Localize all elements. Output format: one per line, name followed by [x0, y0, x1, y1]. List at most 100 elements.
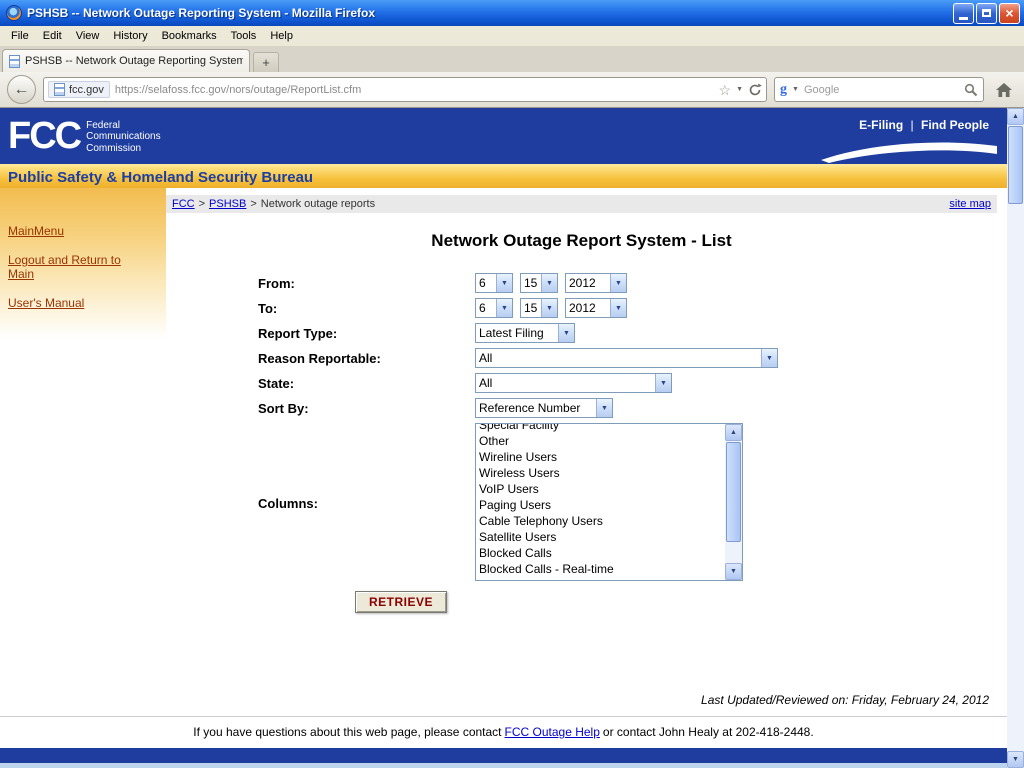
- scroll-down-icon[interactable]: ▼: [1007, 751, 1024, 768]
- browser-window: PSHSB -- Network Outage Reporting System…: [0, 0, 1024, 768]
- to-label: To:: [258, 298, 475, 316]
- menu-item[interactable]: Edit: [36, 28, 69, 44]
- columns-option[interactable]: Special Facility: [479, 423, 725, 433]
- menu-item[interactable]: File: [4, 28, 36, 44]
- to-day-select[interactable]: 15 ▼: [520, 298, 558, 318]
- footer-strip: [0, 763, 1007, 768]
- breadcrumb-link-fcc[interactable]: FCC: [172, 198, 195, 210]
- to-month-select[interactable]: 6 ▼: [475, 298, 513, 318]
- to-year-select[interactable]: 2012 ▼: [565, 298, 627, 318]
- search-input[interactable]: Google: [804, 84, 959, 96]
- reload-icon[interactable]: [748, 83, 762, 97]
- report-type-label: Report Type:: [258, 323, 475, 341]
- tab-favicon: [9, 55, 20, 68]
- urlbar-dropdown-icon[interactable]: ▼: [736, 86, 743, 93]
- scrollbar-thumb[interactable]: [726, 442, 741, 542]
- tab-bar: PSHSB -- Network Outage Reporting System…: [0, 47, 1024, 72]
- columns-option[interactable]: Blocked Calls - Real-time: [479, 561, 725, 577]
- columns-option[interactable]: Wireline Users: [479, 449, 725, 465]
- minimize-icon: [959, 17, 968, 20]
- site-favicon: [54, 83, 65, 96]
- listbox-scrollbar[interactable]: ▲ ▼: [725, 424, 742, 580]
- from-month-select[interactable]: 6 ▼: [475, 273, 513, 293]
- scrollbar-thumb[interactable]: [1008, 126, 1023, 204]
- from-year-select[interactable]: 2012 ▼: [565, 273, 627, 293]
- page-title: Network Outage Report System - List: [166, 231, 997, 251]
- url-text[interactable]: https://selafoss.fcc.gov/nors/outage/Rep…: [115, 84, 714, 96]
- close-button[interactable]: ×: [999, 3, 1020, 24]
- efiling-link[interactable]: E-Filing: [859, 118, 903, 132]
- sidebar-link[interactable]: MainMenu: [8, 224, 148, 238]
- sidebar-link[interactable]: Logout and Return to Main: [8, 253, 148, 281]
- report-type-select[interactable]: Latest Filing ▼: [475, 323, 575, 343]
- fcc-outage-help-link[interactable]: FCC Outage Help: [505, 725, 600, 739]
- home-button[interactable]: [991, 77, 1017, 103]
- sidebar-link[interactable]: User's Manual: [8, 296, 148, 310]
- search-icon[interactable]: [964, 83, 978, 97]
- scroll-up-icon[interactable]: ▲: [1007, 108, 1024, 125]
- chevron-down-icon: ▼: [596, 399, 612, 417]
- from-day-select[interactable]: 15 ▼: [520, 273, 558, 293]
- columns-option[interactable]: Satellite Users: [479, 529, 725, 545]
- find-people-link[interactable]: Find People: [921, 118, 989, 132]
- from-label: From:: [258, 273, 475, 291]
- new-tab-button[interactable]: +: [253, 52, 279, 72]
- minimize-button[interactable]: [953, 3, 974, 24]
- header-links: E-Filing | Find People: [859, 118, 989, 132]
- state-select[interactable]: All ▼: [475, 373, 672, 393]
- menu-item[interactable]: History: [106, 28, 154, 44]
- navigation-bar: ← fcc.gov https://selafoss.fcc.gov/nors/…: [0, 72, 1024, 108]
- menu-item[interactable]: Bookmarks: [155, 28, 224, 44]
- menu-item[interactable]: View: [69, 28, 107, 44]
- search-engine-dropdown-icon[interactable]: ▼: [792, 86, 799, 93]
- report-form: From: 6 ▼ 15 ▼ 2012 ▼: [166, 273, 997, 613]
- chevron-down-icon: ▼: [541, 274, 557, 292]
- bookmark-star-icon[interactable]: ☆: [719, 83, 732, 97]
- menu-bar: FileEditViewHistoryBookmarksToolsHelp: [0, 26, 1024, 47]
- columns-option[interactable]: Other: [479, 433, 725, 449]
- chevron-down-icon: ▼: [496, 299, 512, 317]
- columns-option[interactable]: Wireless Users: [479, 465, 725, 481]
- columns-option[interactable]: Blocked Calls: [479, 545, 725, 561]
- scroll-up-icon[interactable]: ▲: [725, 424, 742, 441]
- breadcrumb-current: Network outage reports: [261, 198, 375, 210]
- search-box[interactable]: g ▼ Google: [774, 77, 984, 102]
- columns-listbox[interactable]: Special FacilityOtherWireline UsersWirel…: [475, 423, 743, 581]
- chevron-down-icon: ▼: [610, 299, 626, 317]
- breadcrumb: FCC > PSHSB > Network outage reports sit…: [166, 195, 997, 213]
- columns-option[interactable]: Cable Telephony Users: [479, 513, 725, 529]
- sidebar: MainMenu Logout and Return to Main User's …: [0, 188, 166, 693]
- retrieve-button[interactable]: RETRIEVE: [355, 591, 447, 613]
- address-bar[interactable]: fcc.gov https://selafoss.fcc.gov/nors/ou…: [43, 77, 767, 102]
- main-content: FCC > PSHSB > Network outage reports sit…: [166, 188, 1007, 693]
- scroll-down-icon[interactable]: ▼: [725, 563, 742, 580]
- chevron-down-icon: ▼: [541, 299, 557, 317]
- firefox-icon: [6, 5, 22, 21]
- page-viewport: FCC Federal Communications Commission E-…: [0, 108, 1007, 768]
- window-scrollbar[interactable]: ▲ ▼: [1007, 108, 1024, 768]
- tab-active[interactable]: PSHSB -- Network Outage Reporting System: [2, 49, 250, 72]
- sort-by-label: Sort By:: [258, 398, 475, 416]
- chevron-down-icon: ▼: [761, 349, 777, 367]
- maximize-button[interactable]: [976, 3, 997, 24]
- chevron-down-icon: ▼: [558, 324, 574, 342]
- sort-by-select[interactable]: Reference Number ▼: [475, 398, 613, 418]
- bureau-title: Public Safety & Homeland Security Bureau: [8, 169, 313, 186]
- bureau-bar: Public Safety & Homeland Security Bureau: [0, 164, 1007, 188]
- menu-item[interactable]: Tools: [224, 28, 264, 44]
- chevron-down-icon: ▼: [496, 274, 512, 292]
- breadcrumb-link-pshsb[interactable]: PSHSB: [209, 198, 246, 210]
- fcc-org-name: Federal Communications Commission: [86, 120, 160, 155]
- columns-option[interactable]: VoIP Users: [479, 481, 725, 497]
- columns-label: Columns:: [258, 493, 475, 511]
- menu-item[interactable]: Help: [263, 28, 300, 44]
- site-identity-chip[interactable]: fcc.gov: [48, 81, 110, 98]
- chevron-down-icon: ▼: [655, 374, 671, 392]
- reason-reportable-label: Reason Reportable:: [258, 348, 475, 366]
- reason-reportable-select[interactable]: All ▼: [475, 348, 778, 368]
- fcc-logo: FCC: [8, 117, 80, 155]
- site-map-link[interactable]: site map: [949, 198, 991, 210]
- columns-option[interactable]: Blocked Calls - Historic: [479, 577, 725, 581]
- back-button[interactable]: ←: [7, 75, 36, 104]
- columns-option[interactable]: Paging Users: [479, 497, 725, 513]
